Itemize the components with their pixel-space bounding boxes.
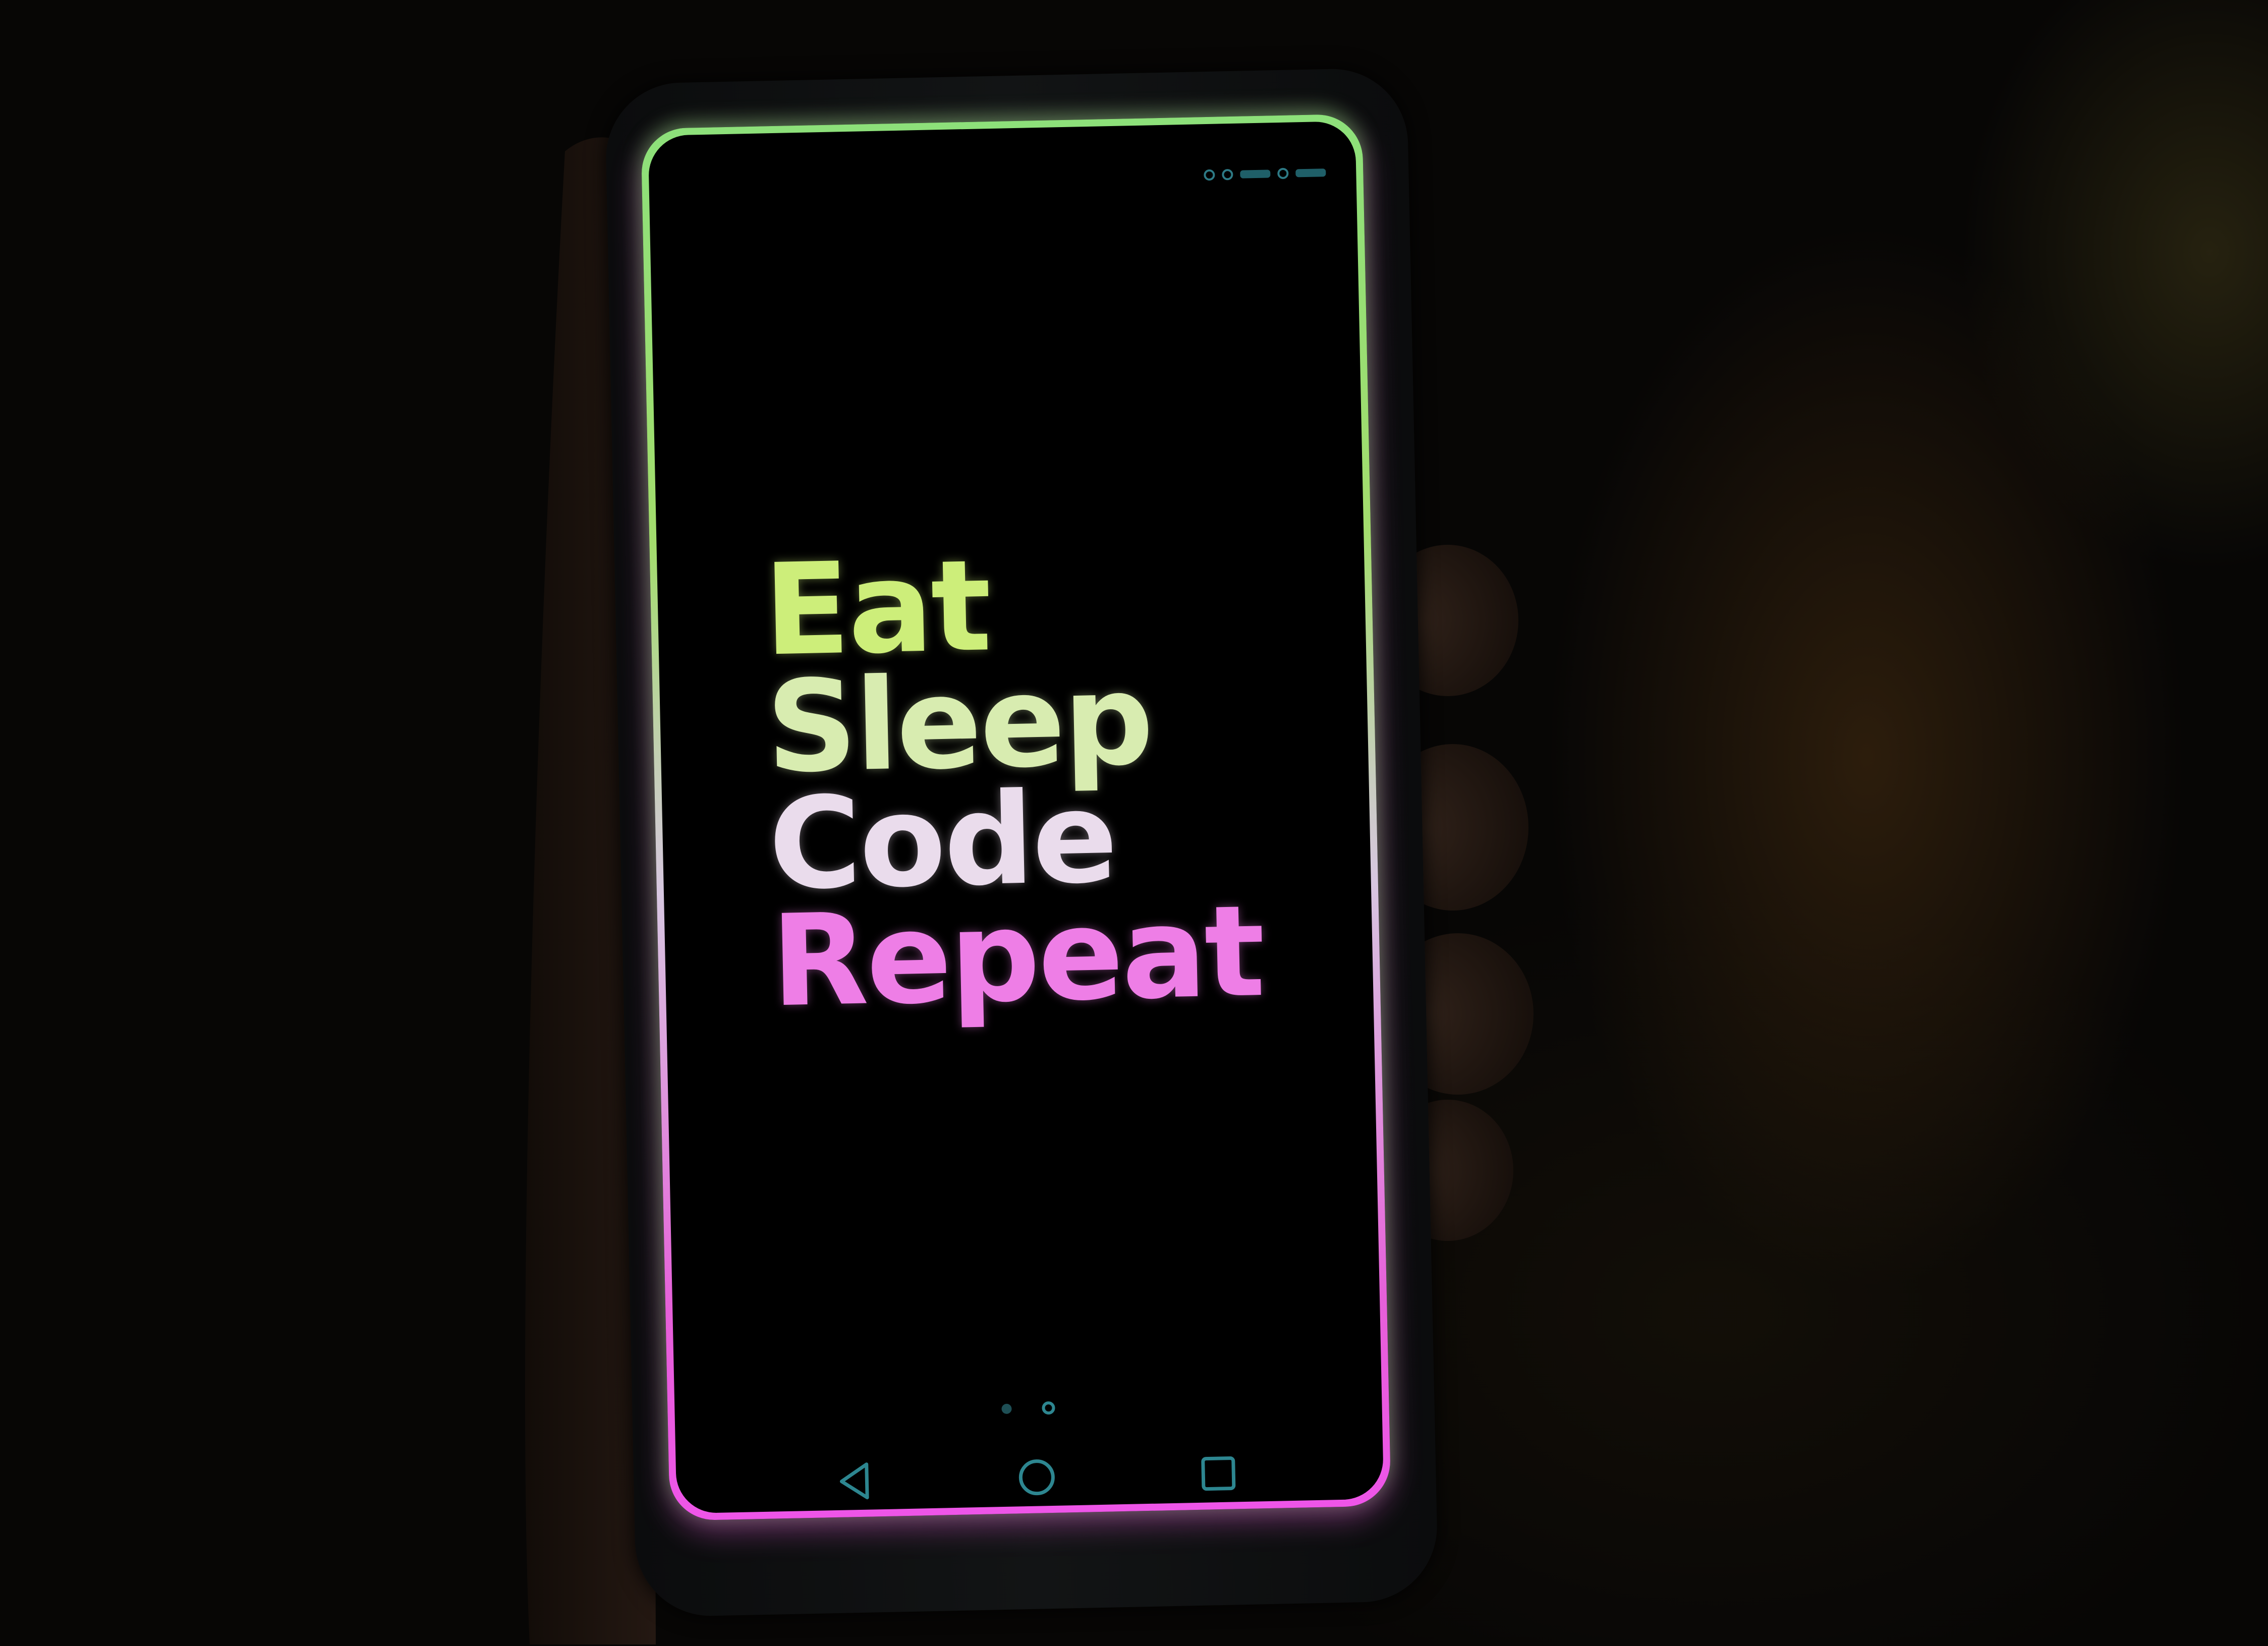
back-triangle-icon xyxy=(839,1462,869,1500)
phone-screen: Eat Sleep Code Repeat xyxy=(648,121,1384,1514)
status-bar xyxy=(1204,167,1326,181)
page-dot-2[interactable] xyxy=(1042,1401,1055,1415)
recents-square-icon xyxy=(1201,1456,1236,1491)
signal-icon xyxy=(1240,169,1271,179)
recents-button[interactable] xyxy=(1190,1445,1246,1502)
slogan-line-repeat: Repeat xyxy=(769,878,1265,1035)
page-indicator xyxy=(1001,1401,1055,1415)
screen-edge-glow: Eat Sleep Code Repeat xyxy=(641,113,1391,1521)
photo-scene: Eat Sleep Code Repeat xyxy=(0,0,2268,1646)
home-button[interactable] xyxy=(1008,1449,1065,1506)
battery-icon xyxy=(1295,168,1326,178)
notification-icon xyxy=(1204,169,1215,181)
slogan-text: Eat Sleep Code Repeat xyxy=(762,532,1265,1035)
back-button[interactable] xyxy=(827,1453,883,1509)
wifi-icon xyxy=(1222,168,1233,181)
home-circle-icon xyxy=(1018,1459,1055,1496)
smartphone: Eat Sleep Code Repeat xyxy=(604,67,1439,1618)
navigation-bar xyxy=(675,1442,1384,1512)
page-dot-1[interactable] xyxy=(1001,1403,1012,1414)
alarm-icon xyxy=(1277,167,1289,180)
